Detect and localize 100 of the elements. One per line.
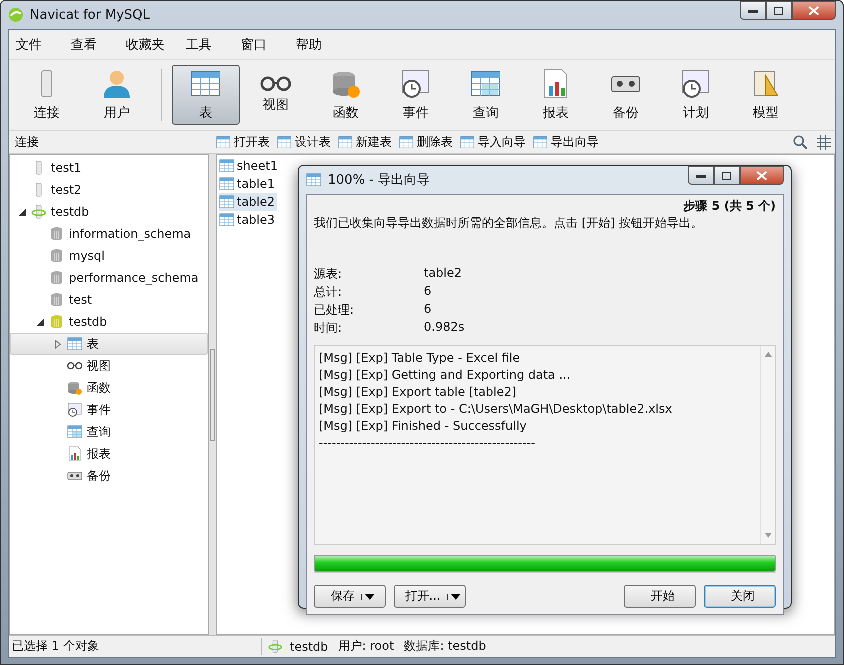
object-action-button[interactable]: 打开表 bbox=[214, 134, 275, 150]
toolbar-button[interactable]: 用户 bbox=[83, 65, 151, 125]
tree-label: 查询 bbox=[87, 424, 111, 440]
minimize-button[interactable] bbox=[740, 1, 766, 20]
expander-icon[interactable] bbox=[18, 208, 26, 216]
menu-item[interactable]: 文件 bbox=[9, 36, 64, 54]
scroll-down-icon[interactable] bbox=[764, 533, 772, 538]
menu-item[interactable]: 窗口 bbox=[234, 36, 289, 54]
close-button[interactable] bbox=[792, 1, 836, 20]
minimize-button[interactable] bbox=[688, 166, 714, 185]
user-icon bbox=[101, 68, 133, 100]
table-list-item[interactable]: table3 bbox=[219, 211, 278, 229]
calendar-icon bbox=[680, 68, 712, 100]
summary-label: 源表: bbox=[314, 266, 344, 283]
table-list-item[interactable]: table1 bbox=[219, 175, 278, 193]
maximize-button[interactable] bbox=[766, 1, 792, 20]
summary-label: 总计: bbox=[314, 284, 344, 301]
caret-icon bbox=[365, 594, 375, 600]
tree-item[interactable]: 报表 bbox=[10, 443, 208, 465]
tree-label: 函数 bbox=[87, 380, 111, 396]
splitter-grip[interactable] bbox=[210, 348, 215, 440]
toolbar-button[interactable]: 计划 bbox=[662, 65, 730, 125]
menu-item[interactable]: 收藏夹 bbox=[119, 36, 179, 54]
tree-item[interactable]: 视图 bbox=[10, 355, 208, 377]
grid-icon bbox=[67, 424, 83, 440]
object-action-button[interactable]: 导出向导 bbox=[531, 134, 604, 150]
tree-item[interactable]: test2 bbox=[10, 179, 208, 201]
table-icon bbox=[533, 134, 548, 150]
status-database: 数据库: testdb bbox=[403, 638, 488, 655]
tree-item[interactable]: information_schema bbox=[10, 223, 208, 245]
object-action-button[interactable]: 新建表 bbox=[336, 134, 397, 150]
log-line: [Msg] [Exp] Finished - Successfully bbox=[319, 418, 527, 435]
tree-item[interactable]: testdb bbox=[10, 311, 208, 333]
toolbar-button[interactable]: 模型 bbox=[732, 65, 800, 125]
dialog-title: 100% - 导出向导 bbox=[328, 172, 430, 189]
log-line: [Msg] [Exp] Table Type - Excel file bbox=[319, 350, 520, 367]
dialog-button[interactable]: 打开... bbox=[394, 585, 466, 608]
menu-item[interactable]: 帮助 bbox=[289, 36, 344, 54]
grid-view-icon[interactable] bbox=[816, 134, 831, 150]
tree-item[interactable]: performance_schema bbox=[10, 267, 208, 289]
search-icon[interactable] bbox=[793, 134, 808, 150]
object-action-button[interactable]: 删除表 bbox=[397, 134, 458, 150]
server-icon bbox=[31, 204, 47, 220]
tree-item[interactable]: 备份 bbox=[10, 465, 208, 487]
status-selection: 已选择 1 个对象 bbox=[11, 638, 100, 655]
window-title: Navicat for MySQL bbox=[30, 8, 150, 22]
tree-item[interactable]: test bbox=[10, 289, 208, 311]
database-icon bbox=[49, 226, 65, 242]
summary-value: table2 bbox=[424, 266, 464, 282]
dialog-button[interactable]: 开始 bbox=[624, 585, 696, 608]
tree-item[interactable]: 查询 bbox=[10, 421, 208, 443]
clock-icon bbox=[400, 68, 432, 100]
tree-item[interactable]: testdb bbox=[10, 201, 208, 223]
dialog-button[interactable]: 保存 bbox=[314, 585, 386, 608]
tree-item[interactable]: 表 bbox=[10, 333, 208, 355]
tree-label: 报表 bbox=[87, 446, 111, 462]
expander-icon[interactable] bbox=[36, 318, 44, 326]
table-icon bbox=[277, 134, 292, 150]
database-icon bbox=[49, 270, 65, 286]
tree-item[interactable]: 事件 bbox=[10, 399, 208, 421]
toolbar-button[interactable]: 查询 bbox=[452, 65, 520, 125]
pane-title: 连接 bbox=[14, 134, 40, 150]
tree-item[interactable]: 函数 bbox=[10, 377, 208, 399]
tree-label: test2 bbox=[51, 183, 82, 197]
tree-label: 备份 bbox=[87, 468, 111, 484]
table-list-item[interactable]: table2 bbox=[219, 193, 278, 211]
log-line: [Msg] [Exp] Export table [table2] bbox=[319, 384, 517, 401]
maximize-button[interactable] bbox=[714, 166, 740, 185]
dialog-button[interactable]: 关闭 bbox=[704, 585, 776, 608]
scroll-up-icon[interactable] bbox=[764, 352, 772, 357]
tree-label: performance_schema bbox=[69, 271, 199, 285]
table-list-item[interactable]: sheet1 bbox=[219, 157, 280, 175]
object-action-button[interactable]: 导入向导 bbox=[458, 134, 531, 150]
toolbar-button[interactable]: 事件 bbox=[382, 65, 450, 125]
toolbar-button[interactable]: 备份 bbox=[592, 65, 660, 125]
toolbar-button[interactable]: 连接 bbox=[13, 65, 81, 125]
log-line: [Msg] [Exp] Export to - C:\Users\MaGH\Desktop\table2.xlsx bbox=[319, 401, 672, 418]
table-icon bbox=[338, 134, 353, 150]
menu-item[interactable]: 查看 bbox=[64, 36, 119, 54]
summary-label: 已处理: bbox=[314, 302, 356, 319]
summary-label: 时间: bbox=[314, 320, 344, 337]
tree-item[interactable]: test1 bbox=[10, 157, 208, 179]
caret-icon bbox=[450, 594, 461, 600]
toolbar-button[interactable]: 函数 bbox=[312, 65, 380, 125]
server-icon bbox=[268, 639, 283, 654]
toolbar-button[interactable]: 表 bbox=[172, 65, 240, 125]
table-icon bbox=[219, 212, 235, 228]
menu-item[interactable]: 工具 bbox=[179, 36, 234, 54]
toolbar-button[interactable]: 报表 bbox=[522, 65, 590, 125]
object-action-button[interactable]: 设计表 bbox=[275, 134, 336, 150]
database-icon bbox=[49, 292, 65, 308]
tree-item[interactable]: mysql bbox=[10, 245, 208, 267]
glasses-icon bbox=[260, 76, 292, 92]
step-indicator: 步骤 5 (共 5 个) bbox=[684, 198, 776, 215]
close-button[interactable] bbox=[740, 166, 784, 185]
database-icon bbox=[49, 248, 65, 264]
tree-label: information_schema bbox=[69, 227, 192, 241]
clock-icon bbox=[67, 402, 83, 418]
toolbar-button[interactable]: 视图 bbox=[242, 65, 310, 125]
tree-label: 事件 bbox=[87, 402, 111, 418]
